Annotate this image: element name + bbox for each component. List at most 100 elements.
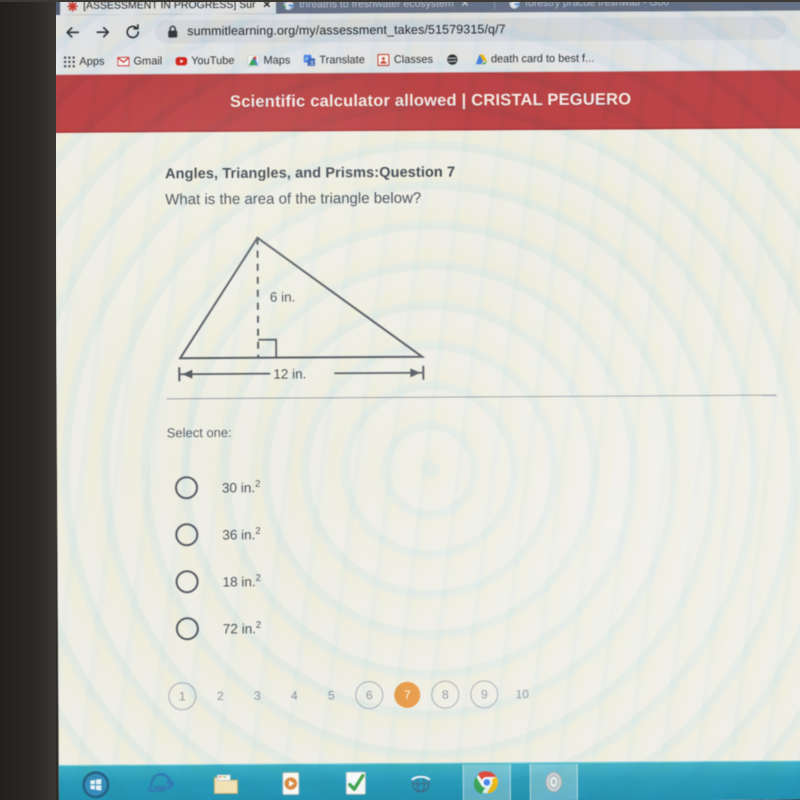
svg-text:文: 文 xyxy=(309,59,315,66)
answer-unit: in. xyxy=(241,527,256,543)
pagination-page-5[interactable]: 5 xyxy=(318,682,344,708)
reload-button[interactable] xyxy=(122,21,143,42)
gmail-icon xyxy=(117,56,130,66)
browser-tab-active[interactable]: [ASSESSMENT IN PROGRESS] Sur ✕ xyxy=(60,0,287,15)
lock-icon xyxy=(168,25,178,38)
bookmark-translate[interactable]: A 文 Translate xyxy=(303,54,365,66)
start-button[interactable] xyxy=(73,767,119,800)
taskbar-speaker[interactable] xyxy=(529,763,578,800)
browser-tab-2[interactable]: threaths to freshwater ecosystem ✕ xyxy=(276,0,503,14)
taskbar-internet-explorer[interactable] xyxy=(138,766,184,800)
back-button[interactable] xyxy=(62,21,83,42)
windows-explorer-folder-icon xyxy=(213,774,239,795)
pagination-page-10[interactable]: 10 xyxy=(509,681,535,707)
triangle-diagram-svg: 12 in. 6 in. xyxy=(178,236,426,383)
svg-text:A: A xyxy=(305,56,309,62)
answer-exponent: 2 xyxy=(255,478,261,491)
question-pagination: 1 2 3 4 5 6 7 8 9 10 xyxy=(168,678,800,711)
forward-button[interactable] xyxy=(92,21,113,42)
bookmark-gmail[interactable]: Gmail xyxy=(117,55,162,67)
windows-taskbar xyxy=(58,760,800,800)
answer-exponent: 2 xyxy=(255,619,262,632)
section-divider xyxy=(166,394,777,400)
answer-unit: in. xyxy=(241,621,256,637)
pagination-page-2[interactable]: 2 xyxy=(207,683,233,709)
dark-globe-icon xyxy=(446,53,458,65)
youtube-icon xyxy=(175,56,187,65)
google-chrome-icon xyxy=(473,771,498,795)
bookmark-maps[interactable]: Maps xyxy=(247,54,290,66)
answer-option-label: 18 in.2 xyxy=(223,573,261,590)
bookmark-label: death card to best f... xyxy=(490,52,595,65)
answer-value: 30 xyxy=(221,480,238,496)
google-drive-icon xyxy=(475,53,487,64)
pagination-page-7-active[interactable]: 7 xyxy=(394,681,421,708)
summit-asterisk-icon xyxy=(67,0,78,12)
bookmark-label: Translate xyxy=(319,53,365,66)
internet-explorer-icon xyxy=(147,773,175,793)
bookmark-classes[interactable]: Classes xyxy=(377,53,433,66)
pagination-page-3[interactable]: 3 xyxy=(244,683,270,709)
pagination-page-8[interactable]: 8 xyxy=(431,680,460,709)
browser-window: [ASSESSMENT IN PROGRESS] Sur ✕ threaths … xyxy=(54,0,800,800)
pagination-page-4[interactable]: 4 xyxy=(281,682,307,708)
answer-value: 18 xyxy=(222,574,238,590)
answer-options-list: 30 in.2 36 in.2 18 in.2 72 in.2 xyxy=(167,460,800,652)
radio-button[interactable] xyxy=(174,476,199,500)
bookmark-apps[interactable]: Apps xyxy=(63,55,105,68)
green-check-app-icon xyxy=(345,771,366,795)
speaker-icon xyxy=(545,771,563,793)
taskbar-media-player[interactable] xyxy=(268,765,314,800)
pagination-page-6[interactable]: 6 xyxy=(355,681,384,710)
classroom-icon xyxy=(377,53,390,66)
radio-button[interactable] xyxy=(175,523,199,547)
radio-button[interactable] xyxy=(175,617,199,641)
bookmark-death-card[interactable]: death card to best f... xyxy=(475,52,594,65)
bookmark-label: YouTube xyxy=(191,54,235,67)
taskbar-chrome[interactable] xyxy=(462,764,511,800)
bookmark-globe[interactable] xyxy=(446,53,462,65)
height-length-label: 6 in. xyxy=(270,290,296,305)
answer-option[interactable]: 36 in.2 xyxy=(167,507,800,558)
answer-value: 36 xyxy=(222,527,238,543)
bookmark-label: Gmail xyxy=(133,54,163,68)
page-title: Angles, Triangles, and Prisms:Question 7 xyxy=(165,164,456,183)
assessment-banner: Scientific calculator allowed | CRISTAL … xyxy=(54,70,800,133)
bookmark-label: Apps xyxy=(79,55,105,68)
select-one-label: Select one: xyxy=(166,424,232,441)
radio-button[interactable] xyxy=(175,570,199,594)
answer-option[interactable]: 18 in.2 xyxy=(167,554,800,605)
answer-option[interactable]: 30 in.2 xyxy=(167,460,800,511)
question-prompt: What is the area of the triangle below? xyxy=(165,189,422,209)
monitor-bezel-top xyxy=(0,0,800,2)
answer-exponent: 2 xyxy=(255,572,261,585)
right-angle-marker xyxy=(258,338,278,358)
taskbar-network-globe[interactable] xyxy=(398,765,444,800)
translate-icon: A 文 xyxy=(303,54,315,66)
taskbar-green-check-app[interactable] xyxy=(333,765,379,800)
address-bar[interactable]: summitlearning.org/my/assessment_takes/5… xyxy=(155,16,787,43)
network-globe-icon xyxy=(411,774,431,793)
bookmark-label: Classes xyxy=(393,53,433,66)
bookmark-youtube[interactable]: YouTube xyxy=(175,54,235,67)
bookmark-label: Maps xyxy=(263,54,291,67)
windows-start-orb-icon xyxy=(82,771,110,799)
answer-exponent: 2 xyxy=(255,525,261,538)
address-bar-url: summitlearning.org/my/assessment_takes/5… xyxy=(187,22,506,39)
answer-value: 72 xyxy=(222,621,238,637)
media-player-icon xyxy=(282,772,300,796)
answer-option-label: 30 in.2 xyxy=(222,479,260,496)
forward-arrow-icon xyxy=(96,26,110,37)
taskbar-file-explorer[interactable] xyxy=(203,766,249,800)
pagination-page-1[interactable]: 1 xyxy=(168,682,197,711)
triangle-figure: 12 in. 6 in. xyxy=(165,218,800,383)
answer-option-label: 36 in.2 xyxy=(222,526,260,543)
monitor-bezel-left xyxy=(0,0,56,800)
pagination-page-9[interactable]: 9 xyxy=(470,680,499,709)
answer-option[interactable]: 72 in.2 xyxy=(168,601,800,652)
back-arrow-icon xyxy=(66,26,80,38)
answer-option-label: 72 in.2 xyxy=(223,620,261,637)
photograph-of-monitor: [ASSESSMENT IN PROGRESS] Sur ✕ threaths … xyxy=(0,0,800,800)
apps-grid-icon xyxy=(63,55,75,67)
maps-icon xyxy=(247,54,260,67)
